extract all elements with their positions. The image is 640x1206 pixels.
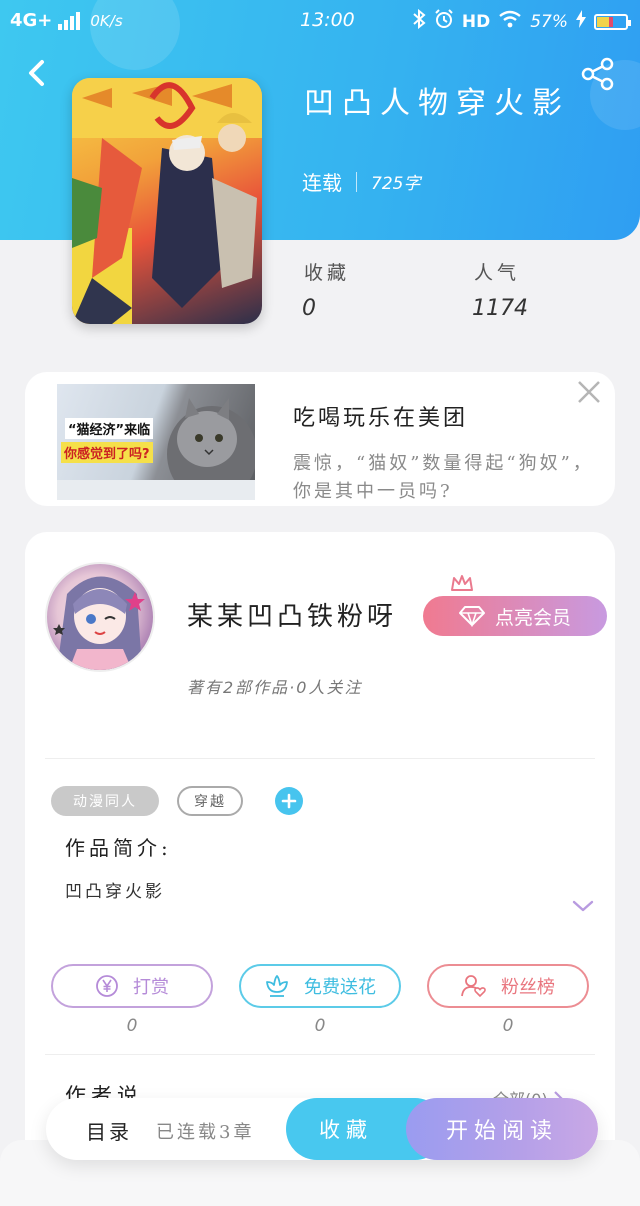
clock: 13:00 (300, 9, 355, 31)
crown-icon (451, 575, 473, 591)
catalog-button[interactable]: 目录 (86, 1116, 132, 1145)
book-status: 连载 (302, 171, 342, 195)
word-count: 725字 (371, 174, 421, 194)
share-button[interactable] (580, 56, 616, 92)
status-bar: 4G+ 0K/s 13:00 HD 57% (0, 0, 640, 42)
intro-text: 凹凸穿火影 (65, 882, 165, 902)
ad-caption-1: “猫经济”来临 (65, 418, 154, 439)
send-flower-label: 免费送花 (304, 977, 376, 998)
network-type: 4G+ (10, 10, 53, 31)
bottom-action-bar: 目录 已连载3章 收藏 开始阅读 (46, 1098, 598, 1160)
fans-ranking-button[interactable]: 粉丝榜 (427, 964, 589, 1008)
yen-icon (96, 975, 118, 997)
author-subtitle: 著有2部作品·0人关注 (187, 678, 363, 697)
favorites-label: 收藏 (304, 262, 351, 284)
author-name[interactable]: 某某凹凸铁粉呀 (187, 596, 397, 633)
collect-button-label: 收藏 (319, 1118, 373, 1142)
ad-description: 震惊，“猫奴”数量得起“狗奴”，你是其中一员吗? (293, 453, 594, 502)
tag-anime[interactable]: 动漫同人 (51, 786, 159, 816)
ad-title: 吃喝玩乐在美团 (293, 406, 469, 431)
cover-artwork (72, 78, 262, 324)
start-reading-label: 开始阅读 (445, 1119, 558, 1144)
popularity-label: 人气 (474, 262, 521, 284)
status-left: 4G+ 0K/s (10, 10, 123, 31)
send-flower-button[interactable]: 免费送花 (239, 964, 401, 1008)
ad-close-button[interactable] (575, 378, 603, 406)
fans-count: 0 (502, 1016, 514, 1036)
network-speed: 0K/s (90, 11, 123, 30)
reward-button[interactable]: 打赏 (51, 964, 213, 1008)
status-right: HD 57% (412, 8, 631, 34)
book-cover[interactable] (72, 78, 262, 324)
chevron-down-icon (572, 900, 594, 912)
meta-divider (356, 171, 357, 192)
battery-icon (594, 13, 631, 30)
avatar-artwork (53, 576, 145, 670)
book-meta: 连载 725字 (302, 167, 420, 196)
back-button[interactable] (20, 56, 54, 90)
author-card: 某某凹凸铁粉呀 点亮会员 著有2部作品·0人关注 动漫同人 穿越 作品简介: 凹… (25, 532, 615, 1172)
user-heart-icon (461, 975, 486, 998)
avatar[interactable] (45, 562, 155, 672)
divider (45, 1054, 595, 1055)
favorites-value: 0 (302, 296, 316, 321)
close-icon (578, 381, 600, 403)
bluetooth-icon (412, 8, 426, 34)
popularity-value: 1174 (472, 296, 528, 321)
start-reading-button[interactable]: 开始阅读 (406, 1098, 598, 1160)
divider (45, 758, 595, 759)
vip-button-label: 点亮会员 (494, 606, 571, 629)
tag-time-travel[interactable]: 穿越 (177, 786, 243, 816)
plus-icon (281, 793, 297, 809)
expand-intro-button[interactable] (571, 898, 595, 914)
reward-label: 打赏 (133, 977, 169, 998)
chevron-left-icon (29, 60, 44, 86)
intro-label: 作品简介: (65, 836, 172, 860)
diamond-icon (458, 606, 485, 627)
chapter-count: 已连载3章 (156, 1122, 255, 1143)
vip-button[interactable]: 点亮会员 (423, 596, 607, 636)
charging-icon (576, 10, 586, 33)
flower-icon (266, 975, 288, 997)
alarm-icon (434, 9, 454, 34)
ad-caption-2: 你感觉到了吗? (61, 442, 153, 463)
hd-indicator: HD (461, 11, 491, 32)
book-title: 凹凸人物穿火影 (304, 86, 570, 121)
reward-count: 0 (126, 1016, 138, 1036)
battery-percent: 57% (530, 11, 568, 32)
fans-ranking-label: 粉丝榜 (501, 977, 555, 998)
flower-count: 0 (314, 1016, 326, 1036)
signal-icon (58, 11, 81, 30)
wifi-icon (498, 10, 522, 33)
ad-card[interactable]: “猫经济”来临 你感觉到了吗? 吃喝玩乐在美团 震惊，“猫奴”数量得起“狗奴”，… (25, 372, 615, 506)
share-icon (581, 57, 614, 91)
add-tag-button[interactable] (275, 787, 303, 815)
ad-image: “猫经济”来临 你感觉到了吗? (57, 384, 255, 500)
